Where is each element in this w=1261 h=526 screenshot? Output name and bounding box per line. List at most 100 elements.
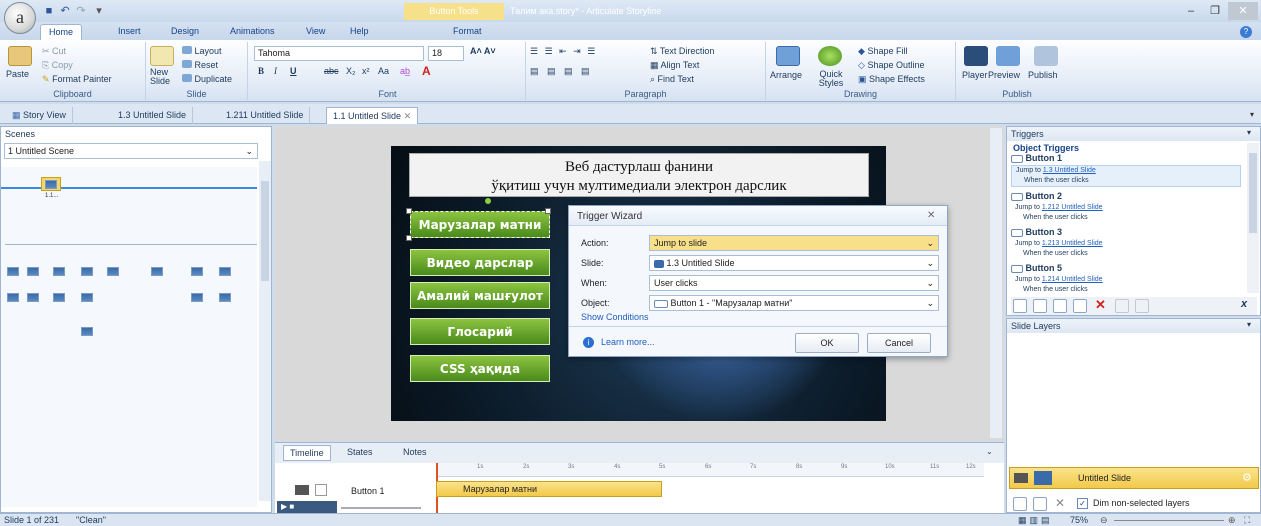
doc-tab-slide-1-1[interactable]: 1.1 Untitled Slide ✕	[326, 107, 419, 124]
tab-timeline[interactable]: Timeline	[283, 445, 331, 461]
tab-format[interactable]: Format	[445, 24, 490, 40]
font-color-icon[interactable]: A	[422, 64, 431, 78]
new-slide-button[interactable]: New Slide	[150, 68, 178, 86]
zoom-out-icon[interactable]: ⊖	[1100, 514, 1108, 526]
tab-help[interactable]: Help	[342, 24, 377, 40]
tab-insert[interactable]: Insert	[110, 24, 149, 40]
timeline-collapse-icon[interactable]: ⌄	[986, 447, 993, 456]
slide-thumb[interactable]	[151, 267, 163, 276]
change-case-button[interactable]: Aa	[378, 66, 389, 76]
triggers-menu-icon[interactable]: ▾	[1247, 128, 1251, 137]
new-trigger-icon[interactable]	[1013, 299, 1027, 313]
triggers-scrollbar[interactable]	[1247, 143, 1259, 293]
undo-icon[interactable]: ↶	[58, 4, 72, 18]
app-menu-button[interactable]: a	[4, 2, 36, 34]
object-select[interactable]: Button 1 - "Марузалар матни" ⌄	[649, 295, 939, 311]
action-select[interactable]: Jump to slide ⌄	[649, 235, 939, 251]
selection-handle[interactable]	[406, 235, 412, 241]
selection-handle[interactable]	[406, 208, 412, 214]
trigger-item-2[interactable]: Jump to 1.212 Untitled Slide When the use…	[1011, 203, 1241, 225]
doc-tab-slide-1-3[interactable]: 1.3 Untitled Slide	[112, 107, 194, 124]
tab-animations[interactable]: Animations	[222, 24, 283, 40]
trigger-item-5[interactable]: Jump to 1.214 Untitled Slide When the use…	[1011, 275, 1241, 297]
zoom-slider[interactable]	[1114, 520, 1224, 521]
ok-button[interactable]: OK	[795, 333, 859, 353]
customize-qat-icon[interactable]: ▾	[92, 4, 106, 18]
player-button[interactable]: Player	[962, 70, 988, 80]
underline-button[interactable]: U	[290, 66, 297, 76]
strikethrough-button[interactable]: abc	[324, 66, 339, 76]
slide-button-5[interactable]: CSS ҳақида	[410, 355, 550, 382]
canvas-scrollbar[interactable]	[990, 128, 1002, 438]
fit-icon[interactable]: ⛶	[1244, 514, 1250, 526]
move-up-icon[interactable]	[1115, 299, 1129, 313]
tab-notes[interactable]: Notes	[397, 445, 433, 461]
slide-thumb[interactable]	[53, 267, 65, 276]
minimize-button[interactable]: –	[1180, 2, 1202, 20]
tab-view[interactable]: View	[298, 24, 333, 40]
trigger-item-1[interactable]: Jump to 1.3 Untitled Slide When the user …	[1011, 165, 1241, 187]
rotate-handle[interactable]	[485, 198, 491, 204]
highlight-icon[interactable]: ab̲	[400, 66, 410, 76]
slide-select[interactable]: 1.3 Untitled Slide ⌄	[649, 255, 939, 271]
align-icons[interactable]: ▤ ▤ ▤ ▤	[530, 66, 593, 77]
base-layer-row[interactable]: Untitled Slide ⚙	[1009, 467, 1259, 489]
duplicate-layer-icon[interactable]	[1033, 497, 1047, 511]
trigger-target-link[interactable]: 1.214 Untitled Slide	[1042, 276, 1103, 283]
new-layer-icon[interactable]	[1013, 497, 1027, 511]
scrollbar-thumb[interactable]	[1249, 153, 1257, 233]
slide-thumb[interactable]	[219, 293, 231, 302]
restore-button[interactable]: ❐	[1204, 2, 1226, 20]
slide-thumb[interactable]	[81, 327, 93, 336]
duplicate-button[interactable]: Duplicate	[182, 74, 232, 84]
trigger-target-link[interactable]: 1.213 Untitled Slide	[1042, 240, 1103, 247]
save-icon[interactable]: ■	[42, 4, 56, 18]
font-name-select[interactable]: Tahoma	[254, 46, 424, 61]
tab-design[interactable]: Design	[163, 24, 207, 40]
doc-tab-slide-1-211[interactable]: 1.211 Untitled Slide	[220, 107, 311, 124]
show-conditions-link[interactable]: Show Conditions	[581, 312, 649, 322]
slide-thumb[interactable]	[191, 293, 203, 302]
slide-thumb[interactable]	[53, 293, 65, 302]
edit-trigger-icon[interactable]	[1033, 299, 1047, 313]
slide-thumb[interactable]	[27, 293, 39, 302]
arrange-button[interactable]: Arrange	[770, 70, 802, 80]
find-text-button[interactable]: ⌕ Find Text	[650, 74, 694, 85]
dim-layers-checkbox[interactable]: ✓	[1077, 498, 1088, 509]
subscript-button[interactable]: X₂	[346, 66, 356, 76]
cut-button[interactable]: ✂ Cut	[42, 46, 66, 57]
trigger-object-1[interactable]: Button 1	[1011, 153, 1241, 163]
start-slide-thumb[interactable]	[41, 177, 61, 191]
trigger-object-3[interactable]: Button 3	[1011, 227, 1241, 237]
italic-button[interactable]: I	[274, 66, 277, 76]
publish-button[interactable]: Publish	[1028, 70, 1058, 80]
delete-layer-icon[interactable]: ✕	[1055, 496, 1065, 510]
move-down-icon[interactable]	[1135, 299, 1149, 313]
paste-button[interactable]: Paste	[6, 69, 29, 79]
superscript-button[interactable]: x²	[362, 66, 370, 76]
tab-home[interactable]: Home	[40, 24, 83, 40]
help-icon[interactable]: ?	[1240, 26, 1252, 38]
trigger-target-link[interactable]: 1.3 Untitled Slide	[1043, 167, 1096, 174]
shape-fill-button[interactable]: ◆ Shape Fill	[858, 46, 907, 57]
cancel-button[interactable]: Cancel	[867, 333, 931, 353]
zoom-slider[interactable]	[341, 507, 421, 509]
scrollbar-thumb[interactable]	[261, 181, 269, 281]
grow-font-icon[interactable]: A˄ A˅	[470, 46, 496, 56]
slide-button-1[interactable]: Марузалар матни	[410, 211, 550, 238]
doc-tab-story-view[interactable]: ▦ Story View	[6, 107, 73, 124]
bold-button[interactable]: B	[258, 66, 264, 76]
shape-outline-button[interactable]: ◇ Shape Outline	[858, 60, 924, 71]
align-text-button[interactable]: ▦ Align Text	[650, 60, 699, 71]
scene-select[interactable]: 1 Untitled Scene ⌄	[4, 143, 258, 159]
close-button[interactable]: ✕	[1228, 2, 1258, 20]
copy-button[interactable]: ⎘ Copy	[42, 60, 73, 71]
view-buttons[interactable]: ▦▥▤	[1018, 514, 1053, 526]
slide-button-4[interactable]: Глосарий	[410, 318, 550, 345]
slide-button-2[interactable]: Видео дарслар	[410, 249, 550, 276]
redo-icon[interactable]: ↷	[74, 4, 88, 18]
text-direction-button[interactable]: ⇅ Text Direction	[650, 46, 714, 57]
shape-effects-button[interactable]: ▣ Shape Effects	[858, 74, 925, 85]
slide-thumb[interactable]	[27, 267, 39, 276]
slide-thumb[interactable]	[81, 267, 93, 276]
